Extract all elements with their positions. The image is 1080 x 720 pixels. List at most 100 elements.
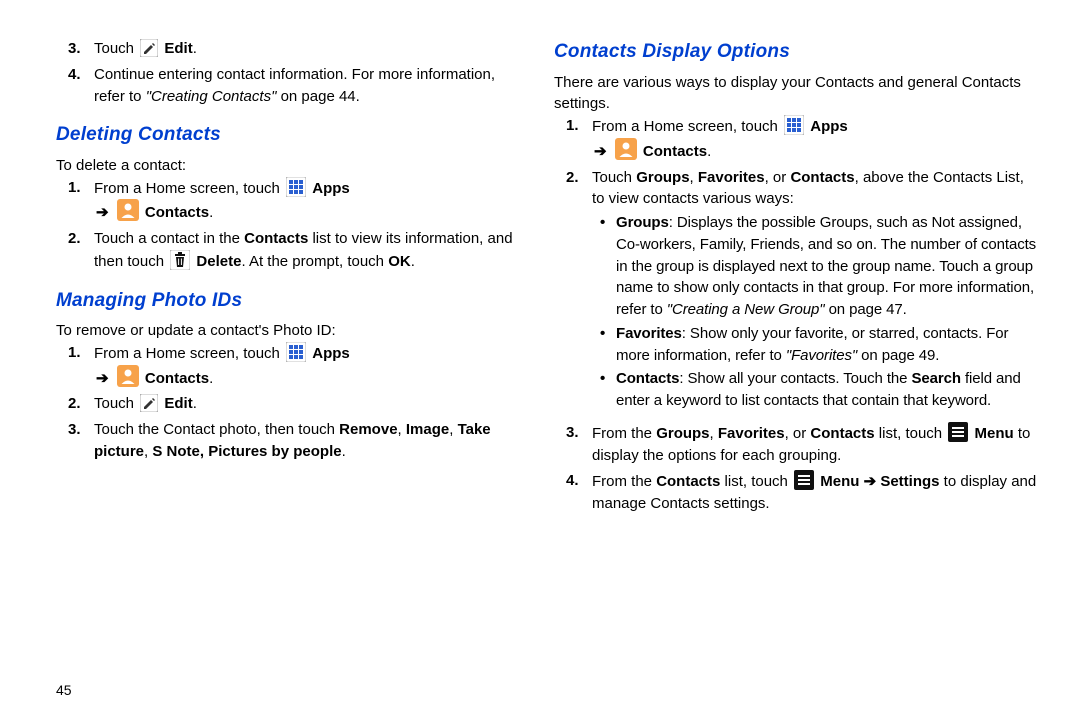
photo-step-2: 2. Touch Edit. — [56, 393, 516, 415]
body-text: From a Home screen, touch — [94, 345, 284, 362]
display-step-2: 2. Touch Groups, Favorites, or Contacts,… — [554, 167, 1038, 418]
body-text: Apps — [810, 118, 848, 135]
section-intro: To remove or update a contact's Photo ID… — [56, 320, 516, 342]
body-text: . — [342, 443, 346, 460]
body-text: Contacts — [145, 204, 209, 221]
body-text: list, touch — [875, 425, 947, 442]
body-text: on page 44. — [276, 88, 359, 105]
body-text: Touch — [94, 40, 138, 57]
body-text: Contacts — [643, 143, 707, 160]
body-text: Touch a contact in the — [94, 230, 244, 247]
reference-text: "Creating a New Group" — [667, 301, 825, 318]
body-text: Groups — [616, 214, 669, 231]
right-column: Contacts Display Options There are vario… — [540, 38, 1038, 700]
section-title-deleting: Deleting Contacts — [56, 121, 516, 149]
body-text: . — [411, 253, 415, 270]
section-title-photoids: Managing Photo IDs — [56, 287, 516, 315]
section-intro: There are various ways to display your C… — [554, 72, 1038, 116]
body-text: , — [398, 421, 406, 438]
body-text: Contacts — [244, 230, 308, 247]
contacts-icon — [117, 365, 139, 387]
body-text: From the — [592, 425, 656, 442]
body-text: Edit — [164, 395, 192, 412]
bullet-groups: • Groups: Displays the possible Groups, … — [592, 212, 1038, 321]
body-text: Touch — [94, 395, 138, 412]
body-text: Delete — [196, 253, 241, 270]
body-text: , — [690, 169, 698, 186]
body-text: . — [209, 370, 213, 387]
list-number: 2. — [56, 393, 94, 415]
reference-text: "Creating Contacts" — [146, 88, 277, 105]
edit-pen-icon — [140, 39, 158, 57]
left-column: 3. Touch Edit. 4. Continue entering cont… — [42, 38, 540, 700]
photo-step-3: 3. Touch the Contact photo, then touch R… — [56, 419, 516, 463]
body-text: on page 47. — [825, 301, 907, 318]
list-number: 3. — [56, 419, 94, 463]
apps-grid-icon — [286, 342, 306, 362]
body-text: Remove — [339, 421, 397, 438]
body-text: , or — [785, 425, 811, 442]
body-text: . — [193, 40, 197, 57]
menu-hamburger-icon — [948, 422, 968, 442]
list-number: 1. — [56, 342, 94, 390]
body-text: From a Home screen, touch — [592, 118, 782, 135]
body-text: Menu — [820, 473, 859, 490]
body-text: Edit — [164, 40, 192, 57]
body-text: S Note, Pictures by people — [152, 443, 341, 460]
display-step-4: 4. From the Contacts list, touch Menu ➔ … — [554, 470, 1038, 515]
body-text: Touch the Contact photo, then touch — [94, 421, 339, 438]
body-text: Menu — [974, 425, 1013, 442]
delete-trash-icon — [170, 250, 190, 270]
list-number: 2. — [56, 228, 94, 273]
body-text: , or — [765, 169, 791, 186]
list-number: 3. — [554, 422, 592, 467]
bullet-favorites: • Favorites: Show only your favorite, or… — [592, 323, 1038, 367]
list-number: 4. — [554, 470, 592, 515]
body-text: . — [193, 395, 197, 412]
body-text: list, touch — [720, 473, 792, 490]
arrow-icon: ➔ — [592, 143, 609, 160]
body-text: Contacts — [616, 370, 679, 387]
apps-grid-icon — [286, 177, 306, 197]
arrow-text: ➔ — [859, 473, 880, 490]
body-text: From the — [592, 473, 656, 490]
deleting-step-2: 2. Touch a contact in the Contacts list … — [56, 228, 516, 273]
display-step-3: 3. From the Groups, Favorites, or Contac… — [554, 422, 1038, 467]
menu-hamburger-icon — [794, 470, 814, 490]
body-text: Contacts — [790, 169, 854, 186]
section-title-display-options: Contacts Display Options — [554, 38, 1038, 66]
bullet-dot: • — [592, 368, 616, 412]
body-text: Favorites — [616, 325, 682, 342]
arrow-icon: ➔ — [94, 370, 111, 387]
body-text: . At the prompt, touch — [241, 253, 388, 270]
edit-pen-icon — [140, 394, 158, 412]
left-step-3: 3. Touch Edit. — [56, 38, 516, 60]
page-number: 45 — [56, 682, 72, 698]
contacts-icon — [117, 199, 139, 221]
body-text: on page 49. — [857, 347, 939, 364]
apps-grid-icon — [784, 115, 804, 135]
body-text: , — [449, 421, 457, 438]
list-number: 1. — [554, 115, 592, 163]
bullet-dot: • — [592, 212, 616, 321]
left-step-4: 4. Continue entering contact information… — [56, 64, 516, 108]
list-number: 3. — [56, 38, 94, 60]
body-text: Contacts — [656, 473, 720, 490]
body-text: Contacts — [145, 370, 209, 387]
deleting-step-1: 1. From a Home screen, touch Apps ➔ Cont… — [56, 177, 516, 225]
display-step-1: 1. From a Home screen, touch Apps ➔ Cont… — [554, 115, 1038, 163]
body-text: Apps — [312, 345, 350, 362]
body-text: . — [707, 143, 711, 160]
list-number: 4. — [56, 64, 94, 108]
body-text: Touch — [592, 169, 636, 186]
contacts-icon — [615, 138, 637, 160]
body-text: Search — [911, 370, 960, 387]
body-text: Favorites — [718, 425, 785, 442]
photo-step-1: 1. From a Home screen, touch Apps ➔ Cont… — [56, 342, 516, 390]
body-text: OK — [388, 253, 411, 270]
body-text: Settings — [880, 473, 939, 490]
section-intro: To delete a contact: — [56, 155, 516, 177]
body-text: Groups — [656, 425, 709, 442]
list-number: 1. — [56, 177, 94, 225]
body-text: . — [209, 204, 213, 221]
